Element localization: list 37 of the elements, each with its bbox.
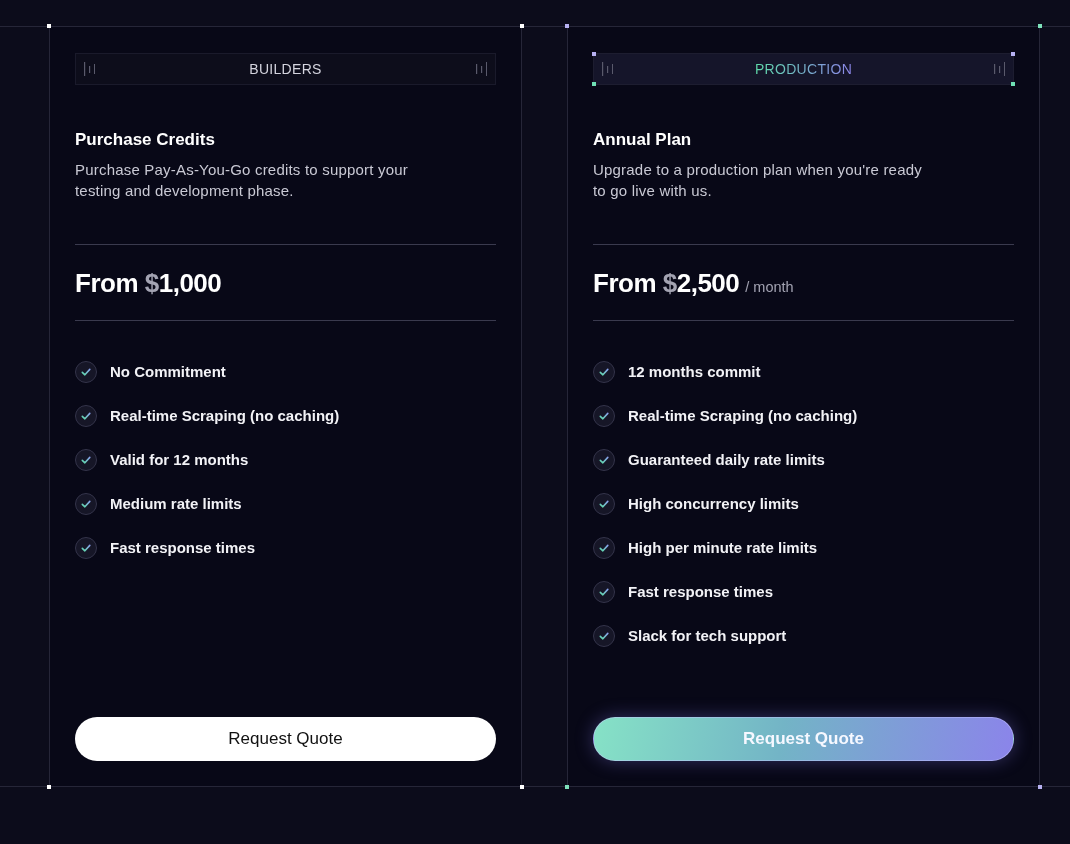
bars-icon [602,62,614,76]
feature-text: High per minute rate limits [628,537,818,558]
check-icon [593,361,615,383]
feature-text: High concurrency limits [628,493,799,514]
feature-text: Slack for tech support [628,625,787,646]
feature-text: Fast response times [628,581,774,602]
check-icon [593,581,615,603]
price-period: / month [745,278,794,297]
check-icon [75,405,97,427]
request-quote-button[interactable]: Request Quote [75,717,496,761]
price: From $1,000 [75,267,222,300]
plan-title: Annual Plan [593,130,693,150]
bars-icon [84,62,96,76]
bars-icon [475,62,487,76]
feature-text: Valid for 12 months [110,449,249,470]
bars-icon [993,62,1005,76]
tier-label: BUILDERS [249,59,322,79]
feature-text: Medium rate limits [110,493,242,514]
check-icon [75,361,97,383]
check-icon [75,537,97,559]
check-icon [593,537,615,559]
check-icon [593,405,615,427]
plan-description: Purchase Pay-As-You-Go credits to support your testing and development phase. [75,160,409,201]
check-icon [593,449,615,471]
feature-text: Real-time Scraping (no caching) [110,405,340,426]
feature-text: Fast response times [110,537,256,558]
plan-title: Purchase Credits [75,130,216,150]
price: From $2,500 [593,267,740,300]
feature-text: No Commitment [110,361,226,382]
plan-description: Upgrade to a production plan when you're ready to go live with us. [593,160,923,201]
feature-text: Guaranteed daily rate limits [628,449,825,470]
feature-text: 12 months commit [628,361,761,382]
check-icon [593,625,615,647]
check-icon [75,449,97,471]
check-icon [593,493,615,515]
check-icon [75,493,97,515]
feature-text: Real-time Scraping (no caching) [628,405,858,426]
